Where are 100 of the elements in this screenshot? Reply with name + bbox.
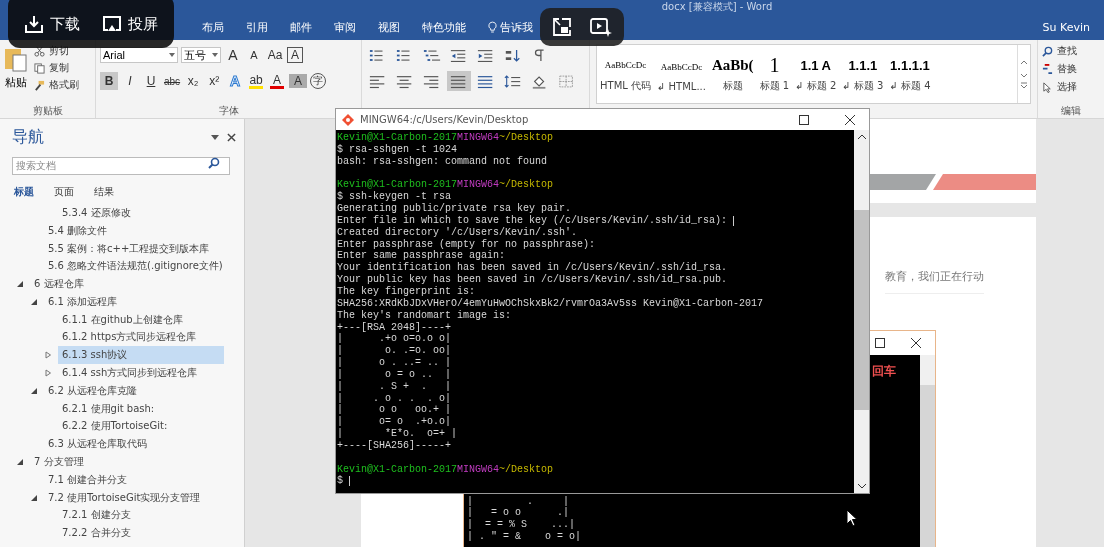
pane-tab[interactable]: 结果 — [94, 185, 114, 199]
select-button[interactable]: 选择 — [1042, 80, 1100, 94]
distribute-icon[interactable] — [477, 73, 495, 89]
scrollbar[interactable] — [920, 355, 935, 547]
find-button[interactable]: 查找 — [1042, 44, 1100, 58]
align-left-icon[interactable] — [369, 73, 387, 89]
heading-item[interactable]: 6.1.4 ssh方式同步到远程仓库 — [58, 364, 202, 383]
heading-item[interactable]: 5.5 案例：将c++工程提交到版本库 — [44, 239, 214, 258]
ribbon-tab[interactable]: 邮件 — [288, 18, 314, 36]
expanded-triangle-icon[interactable] — [30, 493, 38, 502]
font-name-field[interactable]: Arial — [100, 47, 178, 63]
heading-item[interactable]: 6.2.1 使用git bash: — [58, 399, 159, 418]
heading-item[interactable]: 6 远程仓库 — [30, 275, 88, 294]
align-center-icon[interactable] — [396, 73, 414, 89]
cast-button[interactable]: 投屏 — [102, 14, 158, 34]
heading-item[interactable]: 6.1.3 ssh协议 — [58, 346, 224, 365]
align-right-icon[interactable] — [423, 73, 441, 89]
bold-format-button[interactable]: B — [100, 72, 118, 90]
search-icon[interactable] — [208, 157, 220, 169]
style-item[interactable]: 1.1.1 ↲ 标题 3 — [839, 45, 887, 103]
heading-item[interactable]: 5.4 删除文件 — [44, 221, 112, 240]
scroll-up-icon[interactable] — [856, 134, 867, 140]
colorbar-format-button[interactable]: ab — [247, 72, 266, 90]
maximize-icon[interactable] — [799, 114, 809, 125]
heading-item[interactable]: 6.1.1 在github上创建仓库 — [58, 310, 187, 329]
ribbon-tab[interactable]: 引用 — [244, 18, 270, 36]
ribbon-tab[interactable]: 视图 — [376, 18, 402, 36]
heading-item[interactable]: 5.6 忽略文件语法规范(.gitignore文件) — [44, 257, 227, 276]
heading-item[interactable]: 6.2 从远程仓库克隆 — [44, 381, 142, 400]
gallery-scroll-icon[interactable] — [1017, 45, 1030, 103]
spacing-icon[interactable] — [504, 73, 522, 89]
ribbon-tab[interactable]: 布局 — [200, 18, 226, 36]
download-button[interactable]: 下载 — [24, 14, 80, 34]
terminal-line: Your identification has been saved in /c/Users/Kevin/.ssh/id_rsa. — [337, 262, 728, 274]
underline-format-button[interactable]: U — [142, 72, 160, 90]
sort-icon[interactable] — [504, 47, 522, 63]
picture-in-picture-icon[interactable] — [552, 17, 572, 37]
style-item[interactable]: AaBbCcDc HTML 代码 — [597, 45, 654, 103]
close-icon[interactable] — [911, 338, 921, 348]
heading-item[interactable]: 7.2 使用TortoiseGit实现分支管理 — [44, 488, 205, 507]
brush-button[interactable]: 格式刷 — [34, 78, 79, 92]
heading-item[interactable]: 5.3.4 还原修改 — [58, 203, 135, 222]
dropdown-icon[interactable] — [212, 53, 218, 57]
heading-item[interactable]: 6.3 从远程仓库取代码 — [44, 435, 152, 454]
search-field[interactable]: 搜索文档 — [12, 156, 230, 175]
heading-item[interactable]: 6.2.2 使用TortoiseGit: — [58, 417, 172, 436]
scrollbar[interactable] — [854, 130, 869, 493]
indent-icon[interactable] — [477, 47, 495, 63]
ribbon-tab[interactable]: 审阅 — [332, 18, 358, 36]
shaded-format-button[interactable]: A — [289, 74, 308, 88]
case-font-button[interactable]: Aa — [266, 46, 284, 64]
close-icon[interactable] — [845, 114, 855, 125]
grow-font-button[interactable]: A — [224, 46, 242, 64]
heading-item[interactable]: 7 分支管理 — [30, 453, 88, 472]
shrink-font-button[interactable]: A — [245, 46, 263, 64]
dropdown-icon[interactable] — [211, 134, 219, 141]
pane-tab[interactable]: 页面 — [54, 185, 74, 199]
user-name[interactable]: Su Kevin — [1042, 20, 1090, 34]
collapsed-triangle-icon[interactable] — [44, 369, 52, 378]
multilevel-icon[interactable] — [423, 47, 441, 63]
close-icon[interactable] — [227, 133, 236, 142]
style-item[interactable]: 1 标题 1 — [756, 45, 793, 103]
heading-item[interactable]: 7.2.2 合并分支 — [58, 524, 135, 543]
expanded-triangle-icon[interactable] — [16, 458, 24, 467]
style-item[interactable]: AaBb( 标题 — [708, 45, 757, 103]
outdent-icon[interactable] — [450, 47, 468, 63]
cut-button[interactable]: 剪切 — [34, 44, 79, 58]
heading-item[interactable]: 6.1.2 https方式同步远程仓库 — [58, 328, 201, 347]
video-sparkle-icon[interactable] — [590, 17, 612, 37]
tell-me-field[interactable]: 告诉我 — [486, 18, 535, 36]
scroll-down-icon[interactable] — [856, 483, 867, 489]
heading-item[interactable]: 6.1 添加远程库 — [44, 292, 122, 311]
justify-icon[interactable] — [450, 73, 468, 89]
ribbon-tab[interactable]: 特色功能 — [420, 18, 468, 36]
expanded-triangle-icon[interactable] — [30, 386, 38, 395]
heading-item[interactable]: 7.1 创建合并分支 — [44, 470, 132, 489]
maximize-icon[interactable] — [875, 338, 885, 348]
lightbulb-icon — [488, 20, 497, 34]
terminal-line: | o . ..= .. | — [337, 357, 452, 369]
font-size-field[interactable]: 五号 — [181, 47, 221, 63]
collapsed-triangle-icon[interactable] — [44, 351, 52, 360]
replace-button[interactable]: 替换 — [1042, 62, 1100, 76]
heading-item[interactable]: 7.2.1 创建分支 — [58, 506, 135, 525]
italic-format-button[interactable]: I — [121, 72, 139, 90]
style-item[interactable]: AaBbCcDc ↲ HTML... — [654, 45, 709, 103]
outline-font-button[interactable]: A — [287, 47, 303, 63]
expanded-triangle-icon[interactable] — [16, 280, 24, 289]
copy-button[interactable]: 复制 — [34, 61, 79, 75]
clipboard-icon — [4, 46, 28, 72]
paste-button[interactable]: 粘贴 — [4, 44, 28, 104]
strike-format-button[interactable]: abc — [163, 72, 182, 90]
scroll-thumb[interactable] — [854, 210, 869, 410]
style-item[interactable]: 1.1 A ↲ 标题 2 — [792, 45, 840, 103]
pane-tab[interactable]: 标题 — [14, 185, 34, 199]
plain-format-button[interactable]: x² — [205, 72, 224, 90]
plain-format-button[interactable]: x₂ — [184, 72, 203, 90]
colorbar-format-button[interactable]: A — [268, 72, 287, 90]
style-item[interactable]: 1.1.1.1 ↲ 标题 4 — [886, 45, 934, 103]
expanded-triangle-icon[interactable] — [30, 297, 38, 306]
dropdown-icon[interactable] — [169, 53, 175, 57]
